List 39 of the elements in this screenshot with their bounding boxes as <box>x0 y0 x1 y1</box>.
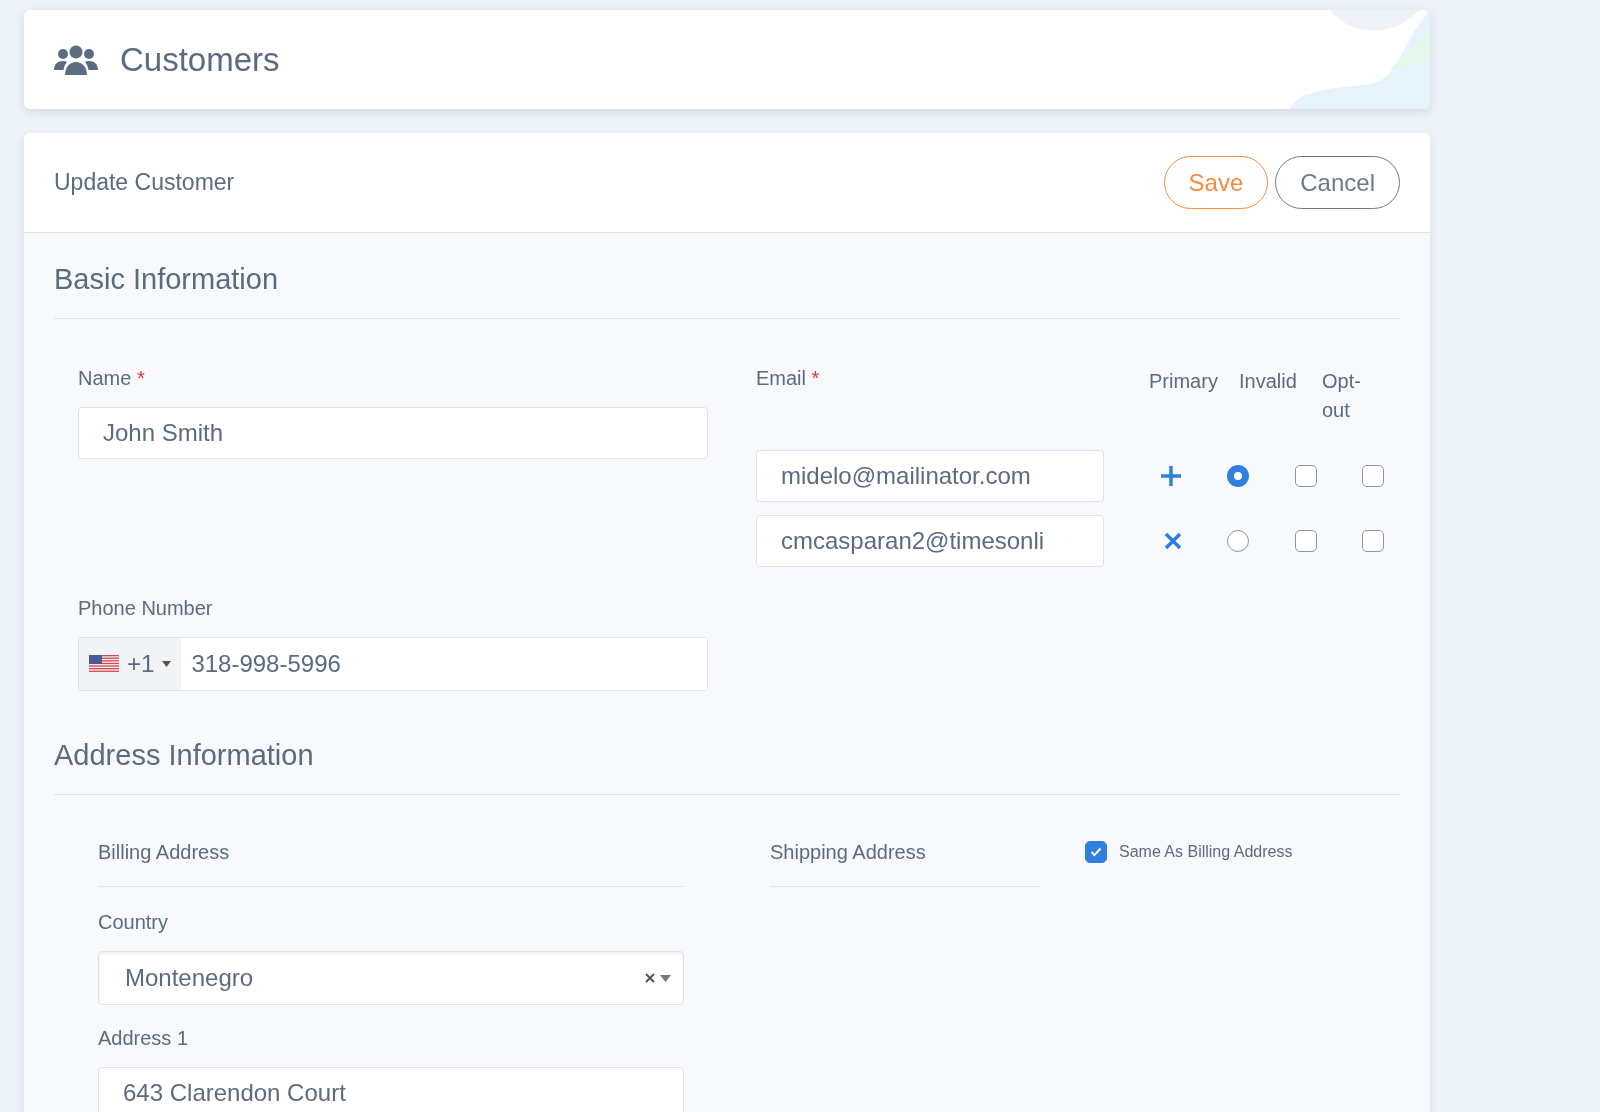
name-input[interactable]: John Smith <box>78 407 708 459</box>
column-header: Invalid <box>1239 369 1298 394</box>
column-header: Opt-out <box>1322 369 1362 423</box>
close-icon[interactable] <box>1164 532 1182 550</box>
opt-out-checkbox[interactable] <box>1362 530 1384 552</box>
email-input[interactable]: cmcasparan2@timesonli <box>756 515 1104 567</box>
primary-radio[interactable] <box>1227 530 1249 552</box>
field-label: Address 1 <box>98 1027 190 1050</box>
required-asterisk: * <box>811 367 820 389</box>
opt-out-checkbox[interactable] <box>1362 465 1384 487</box>
required-asterisk: * <box>136 367 145 389</box>
phone-field[interactable]: +1 318-998-5996 <box>78 637 708 691</box>
country-select[interactable]: Montenegro <box>98 951 684 1005</box>
primary-radio[interactable] <box>1227 465 1249 487</box>
checkbox-label: Same As Billing Address <box>1119 843 1293 861</box>
flag-icon <box>89 655 119 673</box>
email-input[interactable]: midelo@mailinator.com <box>756 450 1104 502</box>
cancel-button[interactable]: Cancel <box>1275 156 1400 209</box>
field-label: Phone Number <box>78 597 214 620</box>
checkmark-icon <box>1090 847 1102 857</box>
users-icon <box>54 43 98 76</box>
form-title: Update Customer <box>54 169 235 196</box>
clear-caret-icon <box>645 973 671 983</box>
add-icon[interactable] <box>1160 465 1182 487</box>
column-header: Primary <box>1149 369 1219 394</box>
section-heading: Basic Information <box>54 233 1400 319</box>
section-heading: Address Information <box>54 691 1400 795</box>
address-input[interactable]: 643 Clarendon Court <box>98 1067 684 1112</box>
invalid-checkbox[interactable] <box>1294 530 1317 552</box>
country-code-dropdown[interactable]: +1 <box>79 638 182 690</box>
caret-icon <box>162 661 172 667</box>
field-label: Name <box>78 367 132 389</box>
subsection-title: Shipping Address <box>770 841 1040 887</box>
same-as-billing-checkbox[interactable] <box>1085 841 1107 863</box>
subsection-title: Billing Address <box>98 841 684 887</box>
field-label: Email <box>756 367 806 389</box>
page-title: Customers <box>120 40 280 79</box>
field-label: Country <box>98 911 170 934</box>
invalid-checkbox[interactable] <box>1294 465 1317 487</box>
